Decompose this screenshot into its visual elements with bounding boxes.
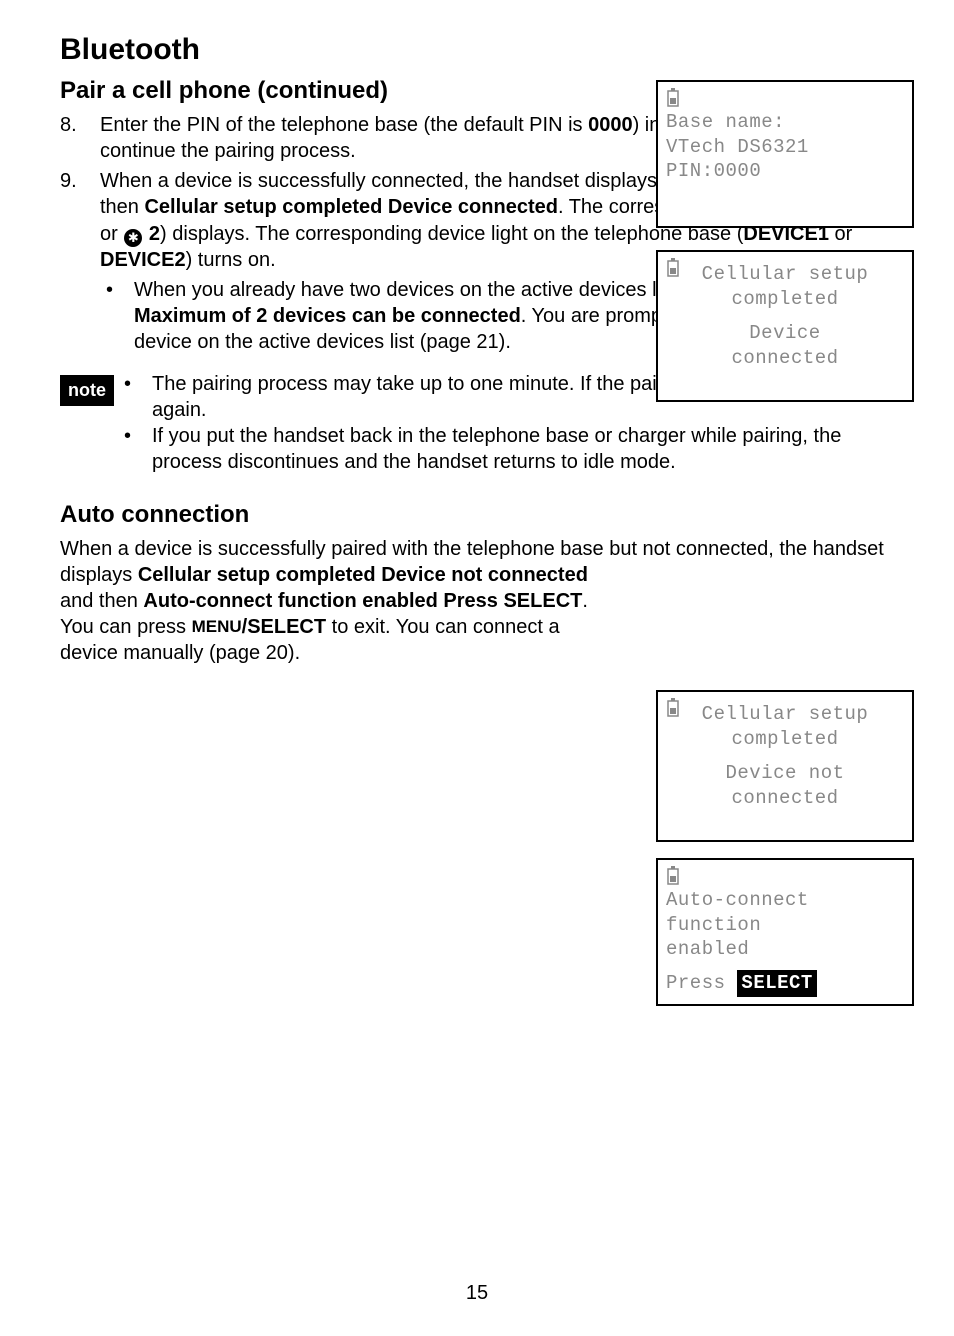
- battery-icon: [666, 88, 680, 108]
- bluetooth-icon: ✱: [124, 229, 142, 247]
- lcd-line: Cellular setup: [666, 702, 904, 727]
- lcd-line: Auto-connect: [666, 888, 904, 913]
- section-heading: Auto connection: [60, 499, 894, 530]
- note-item: If you put the handset back in the telep…: [118, 423, 894, 475]
- lcd-pin-box: Base name: VTech DS6321 PIN:0000: [656, 80, 914, 228]
- bold-text: DEVICE2: [100, 249, 186, 271]
- lcd-line: enabled: [666, 937, 904, 962]
- step-number: 9.: [60, 168, 100, 355]
- text: or: [100, 223, 123, 245]
- lcd-line: completed: [666, 287, 904, 312]
- lcd-connected-box: Cellular setup completed Device connecte…: [656, 250, 914, 402]
- icon-label: 2: [143, 223, 160, 245]
- lcd-line: connected: [666, 346, 904, 371]
- text: If you put the handset back in the telep…: [152, 423, 894, 475]
- lcd-line: Base name:: [666, 110, 904, 135]
- text: Enter the PIN of the telephone base (the…: [100, 114, 588, 136]
- lcd-press-label: Press: [666, 972, 726, 994]
- bold-text: Cellular setup completed Device connecte…: [144, 196, 557, 218]
- text: When a device is successfully connected,…: [100, 170, 663, 192]
- lcd-line: completed: [666, 727, 904, 752]
- pin-value: 0000: [588, 114, 633, 136]
- lcd-line: Device not: [666, 761, 904, 786]
- note-badge: note: [60, 375, 114, 406]
- lcd-line: connected: [666, 786, 904, 811]
- lcd-autoconnect-box: Auto-connect function enabled Press SELE…: [656, 858, 914, 1006]
- lcd-line: Device: [666, 321, 904, 346]
- lcd-press-select: Press SELECT: [666, 970, 904, 997]
- lcd-not-connected-box: Cellular setup completed Device not conn…: [656, 690, 914, 842]
- step-number: 8.: [60, 112, 100, 164]
- lcd-line: VTech DS6321: [666, 135, 904, 160]
- lcd-line: PIN:0000: [666, 159, 904, 184]
- menu-select-label: /SELECT: [242, 616, 326, 638]
- text: .: [582, 590, 588, 612]
- bold-text: Auto-connect function enabled Press SELE…: [143, 590, 582, 612]
- menu-smallcaps: MENU: [192, 617, 242, 636]
- page-number: 15: [0, 1280, 954, 1306]
- battery-icon: [666, 866, 680, 886]
- bold-text: Maximum of 2 devices can be connected: [134, 305, 521, 327]
- auto-connection-paragraph: When a device is successfully paired wit…: [60, 536, 894, 666]
- bold-text: Cellular setup completed Device not conn…: [138, 564, 588, 586]
- text: You can press: [60, 616, 192, 638]
- page-title: Bluetooth: [60, 30, 894, 69]
- lcd-select-inverted: SELECT: [737, 970, 816, 997]
- lcd-line: Cellular setup: [666, 262, 904, 287]
- lcd-line: function: [666, 913, 904, 938]
- text: ) turns on.: [186, 249, 276, 271]
